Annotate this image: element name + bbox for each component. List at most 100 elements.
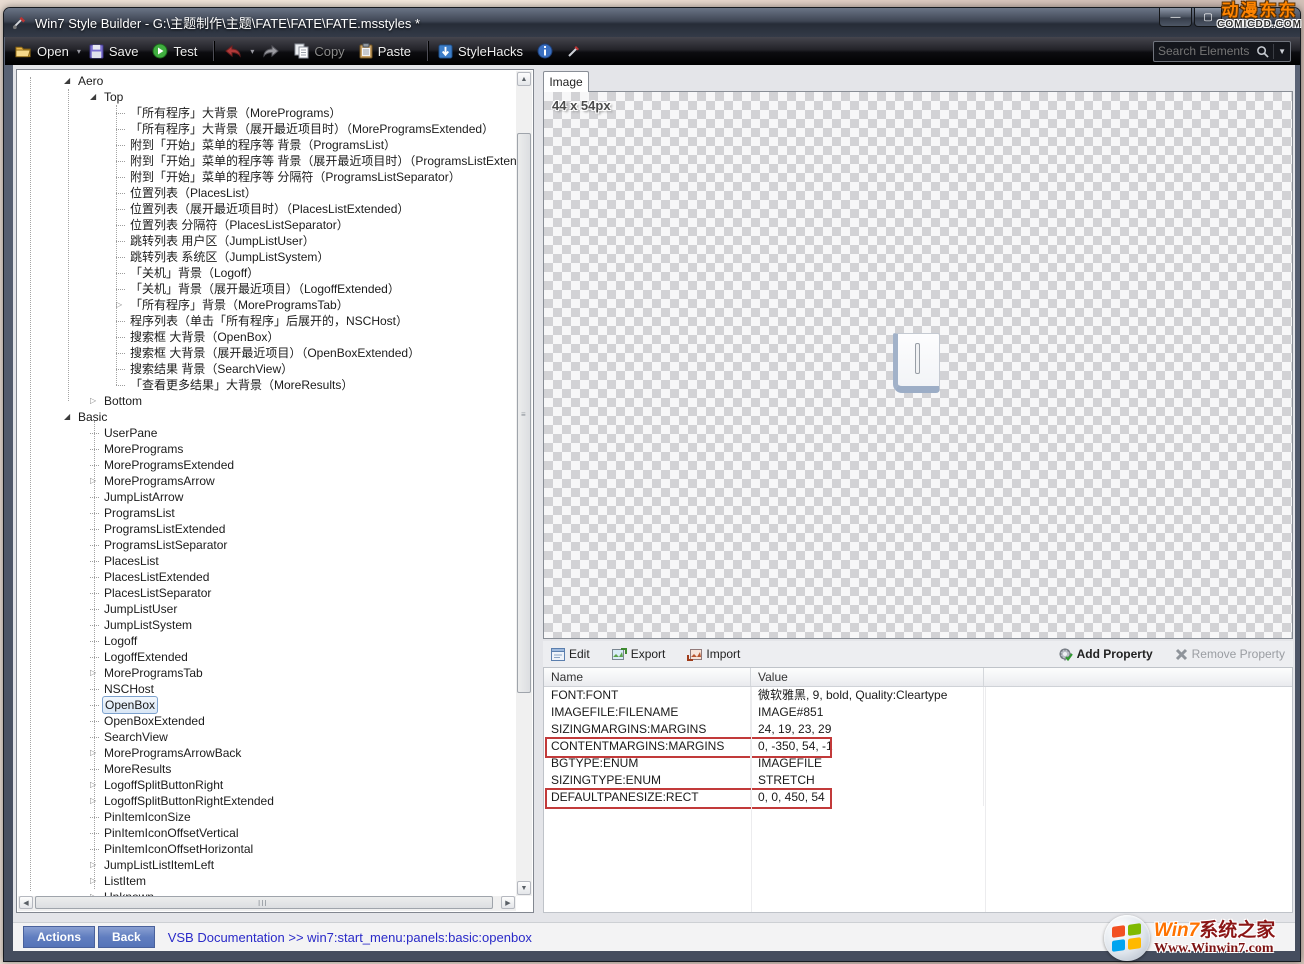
tree-item-label[interactable]: JumpListListItemLeft xyxy=(102,857,216,873)
property-row[interactable]: FONT:FONT微软雅黑, 9, bold, Quality:Cleartyp… xyxy=(544,687,1292,704)
tree-item[interactable]: 搜索框 大背景（展开最近项目）（OpenBoxExtended） xyxy=(18,345,516,361)
info-button[interactable] xyxy=(537,43,553,59)
tree-item-label[interactable]: NSCHost xyxy=(102,681,156,697)
expand-icon[interactable]: ▷ xyxy=(90,857,102,873)
tree-item[interactable]: ▷Bottom xyxy=(18,393,516,409)
tree-item-label[interactable]: 搜索框 大背景（OpenBox） xyxy=(128,329,281,345)
tree-item[interactable]: ▷ListItem xyxy=(18,873,516,889)
property-value[interactable]: 0, -350, 54, -1 xyxy=(751,738,984,755)
tree-item[interactable]: ▷MoreProgramsArrow xyxy=(18,473,516,489)
property-name[interactable]: CONTENTMARGINS:MARGINS xyxy=(544,738,751,755)
tree-item-label[interactable]: MoreProgramsArrow xyxy=(102,473,217,489)
expand-icon[interactable]: ▷ xyxy=(90,745,102,761)
property-row[interactable]: SIZINGMARGINS:MARGINS24, 19, 23, 29 xyxy=(544,721,1292,738)
tree-item-label[interactable]: 位置列表（展开最近项目时）（PlacesListExtended） xyxy=(128,201,411,217)
tree-item-label[interactable]: 搜索结果 背景（SearchView） xyxy=(128,361,295,377)
back-button[interactable]: Back xyxy=(98,926,155,948)
column-header-value[interactable]: Value xyxy=(751,668,984,686)
tree-horizontal-scrollbar[interactable]: ◀ III ▶ xyxy=(18,896,516,911)
property-value[interactable]: STRETCH xyxy=(751,772,984,789)
export-button[interactable]: Export xyxy=(612,647,666,661)
tree-item-label[interactable]: 「所有程序」大背景（MorePrograms） xyxy=(128,105,343,121)
tree-item-label[interactable]: MoreProgramsTab xyxy=(102,665,205,681)
tree-item-label[interactable]: MoreProgramsExtended xyxy=(102,457,236,473)
import-button[interactable]: Import xyxy=(687,647,740,661)
tree-item-label[interactable]: Unknown xyxy=(102,889,156,896)
property-name[interactable]: IMAGEFILE:FILENAME xyxy=(544,704,751,721)
tree-item[interactable]: 程序列表（单击「所有程序」后展开的，NSCHost） xyxy=(18,313,516,329)
tree-item[interactable]: NSCHost xyxy=(18,681,516,697)
tree-item[interactable]: 附到「开始」菜单的程序等 背景（ProgramsList） xyxy=(18,137,516,153)
property-name[interactable]: SIZINGTYPE:ENUM xyxy=(544,772,751,789)
tree-item[interactable]: PlacesList xyxy=(18,553,516,569)
collapse-icon[interactable]: ◢ xyxy=(64,409,76,425)
tree-item-label[interactable]: Aero xyxy=(76,73,105,89)
expand-icon[interactable]: ▷ xyxy=(116,297,128,313)
expand-icon[interactable]: ▷ xyxy=(90,665,102,681)
tab-image[interactable]: Image xyxy=(543,71,589,92)
tree-item-label[interactable]: 「所有程序」背景（MoreProgramsTab） xyxy=(128,297,351,313)
tree-item-label[interactable]: PlacesListSeparator xyxy=(102,585,213,601)
expand-icon[interactable]: ▷ xyxy=(90,793,102,809)
tree-item[interactable]: UserPane xyxy=(18,425,516,441)
minimize-button[interactable]: — xyxy=(1159,8,1192,27)
tree-item[interactable]: MoreProgramsExtended xyxy=(18,457,516,473)
add-property-button[interactable]: Add Property xyxy=(1058,647,1153,661)
property-row[interactable]: SIZINGTYPE:ENUMSTRETCH xyxy=(544,772,1292,789)
tree-item-label[interactable]: SearchView xyxy=(102,729,170,745)
tree-item-label[interactable]: MoreResults xyxy=(102,761,173,777)
tree-item[interactable]: PinItemIconOffsetVertical xyxy=(18,825,516,841)
tree-item-label[interactable]: LogoffExtended xyxy=(102,649,190,665)
property-name[interactable]: SIZINGMARGINS:MARGINS xyxy=(544,721,751,738)
tree-item[interactable]: LogoffExtended xyxy=(18,649,516,665)
tree-item[interactable]: Logoff xyxy=(18,633,516,649)
tree-item[interactable]: OpenBox xyxy=(18,697,516,713)
tree-item-label[interactable]: Basic xyxy=(76,409,109,425)
tree-item-label[interactable]: 附到「开始」菜单的程序等 背景（ProgramsList） xyxy=(128,137,398,153)
tree-item-label[interactable]: 跳转列表 系统区（JumpListSystem） xyxy=(128,249,331,265)
property-value[interactable]: 微软雅黑, 9, bold, Quality:Cleartype xyxy=(751,687,984,704)
undo-button[interactable] xyxy=(224,44,242,58)
tree-item[interactable]: 「所有程序」大背景（MorePrograms） xyxy=(18,105,516,121)
tree-item[interactable]: ▷Unknown xyxy=(18,889,516,896)
search-dropdown-caret[interactable]: ▼ xyxy=(1278,47,1286,56)
collapse-icon[interactable]: ◢ xyxy=(90,89,102,105)
tree-item-label[interactable]: OpenBoxExtended xyxy=(102,713,207,729)
tree-item[interactable]: 搜索框 大背景（OpenBox） xyxy=(18,329,516,345)
property-row[interactable]: DEFAULTPANESIZE:RECT0, 0, 450, 54 xyxy=(544,789,1292,806)
tree-item-label[interactable]: 搜索框 大背景（展开最近项目）（OpenBoxExtended） xyxy=(128,345,422,361)
actions-button[interactable]: Actions xyxy=(23,926,95,948)
test-button[interactable]: Test xyxy=(152,43,197,59)
tree-item-label[interactable]: 跳转列表 用户区（JumpListUser） xyxy=(128,233,317,249)
tree-item[interactable]: ▷LogoffSplitButtonRight xyxy=(18,777,516,793)
tree-item[interactable]: 位置列表（展开最近项目时）（PlacesListExtended） xyxy=(18,201,516,217)
tree-item-label[interactable]: UserPane xyxy=(102,425,159,441)
expand-icon[interactable]: ▷ xyxy=(90,889,102,896)
save-button[interactable]: Save xyxy=(89,44,139,59)
tree-item-label[interactable]: 「关机」背景（Logoff） xyxy=(128,265,261,281)
tree-item[interactable]: 附到「开始」菜单的程序等 背景（展开最近项目时）（ProgramsListExt… xyxy=(18,153,516,169)
tree-item[interactable]: MorePrograms xyxy=(18,441,516,457)
property-value[interactable]: 24, 19, 23, 29 xyxy=(751,721,984,738)
search-icon[interactable] xyxy=(1256,45,1269,58)
expand-icon[interactable]: ▷ xyxy=(90,393,102,409)
scroll-right-button[interactable]: ▶ xyxy=(501,896,515,909)
tree-item-label[interactable]: PinItemIconOffsetHorizontal xyxy=(102,841,255,857)
tree-item-label[interactable]: 「关机」背景（展开最近项目）（LogoffExtended） xyxy=(128,281,402,297)
paste-button[interactable]: Paste xyxy=(359,43,411,59)
tree-item[interactable]: MoreResults xyxy=(18,761,516,777)
edit-button[interactable]: Edit xyxy=(551,647,590,661)
tree-item-label[interactable]: ProgramsListSeparator xyxy=(102,537,229,553)
property-name[interactable]: DEFAULTPANESIZE:RECT xyxy=(544,789,751,806)
tree-item[interactable]: ProgramsList xyxy=(18,505,516,521)
tree-item-label[interactable]: Top xyxy=(102,89,125,105)
title-bar[interactable]: Win7 Style Builder - G:\主题制作\主题\FATE\FAT… xyxy=(4,8,1300,37)
tree-item-label[interactable]: PlacesList xyxy=(102,553,161,569)
horizontal-scroll-thumb[interactable]: III xyxy=(35,896,493,909)
redo-button[interactable] xyxy=(262,44,280,58)
property-value[interactable]: IMAGE#851 xyxy=(751,704,984,721)
tree-item-label[interactable]: PlacesListExtended xyxy=(102,569,211,585)
tree-item-label[interactable]: 位置列表（PlacesList） xyxy=(128,185,259,201)
copy-button[interactable]: Copy xyxy=(294,43,344,59)
tree-item[interactable]: ProgramsListExtended xyxy=(18,521,516,537)
